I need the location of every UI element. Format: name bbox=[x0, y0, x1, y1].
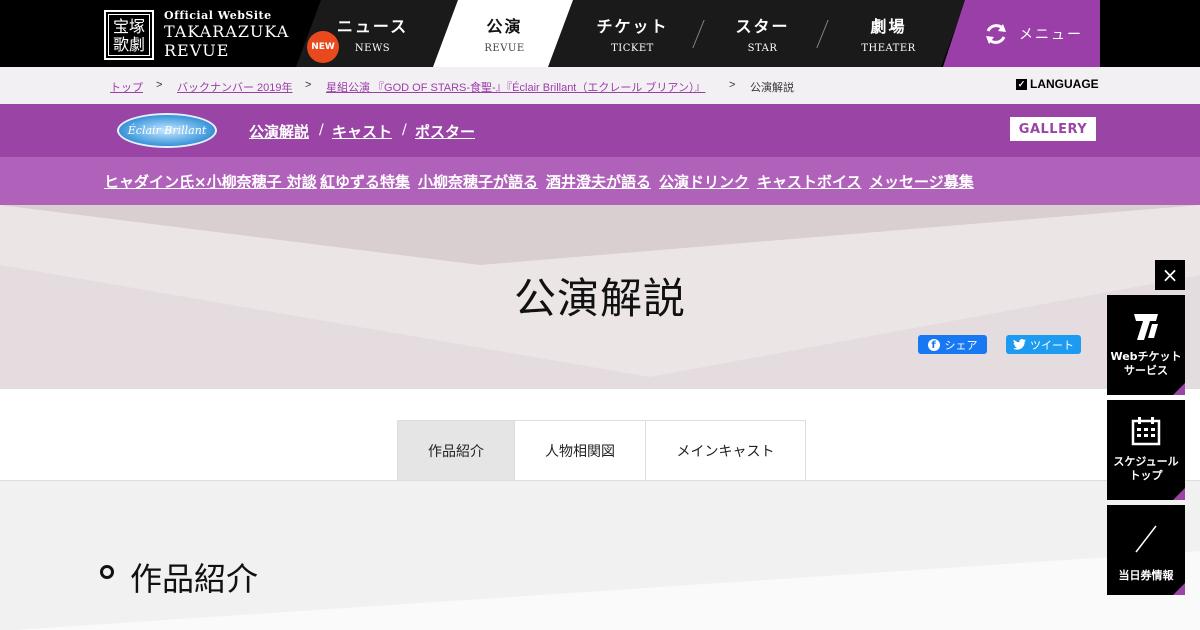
feature-link[interactable]: 酒井澄夫が語る bbox=[546, 171, 651, 192]
section-bullet-icon bbox=[100, 565, 114, 579]
logo-subtitle: Official WebSite bbox=[164, 9, 272, 22]
feature-link[interactable]: 小柳奈穂子が語る bbox=[418, 171, 538, 192]
subnav-slash: / bbox=[402, 122, 407, 138]
content-tabs: 作品紹介 人物相関図 メインキャスト bbox=[397, 420, 806, 480]
tab-relationships[interactable]: 人物相関図 bbox=[515, 421, 646, 480]
twitter-bird-icon bbox=[1013, 339, 1026, 350]
menu-label: メニュー bbox=[1019, 26, 1083, 43]
side-label: スケジュール bbox=[1113, 455, 1179, 468]
feature-bar: ヒャダイン氏×小柳奈穂子 対談 紅ゆずる特集 小柳奈穂子が語る 酒井澄夫が語る … bbox=[0, 157, 1200, 205]
nav-star[interactable]: スター STAR bbox=[720, 0, 805, 67]
ticket-logo-icon bbox=[1134, 314, 1158, 340]
corner-decoration bbox=[1173, 583, 1185, 595]
nav-news[interactable]: ニュース NEWS bbox=[330, 0, 415, 67]
show-logo[interactable]: Éclair Brillant bbox=[117, 113, 217, 148]
breadcrumb: トップ > バックナンバー 2019年 > 星組公演 『GOD OF STARS… bbox=[0, 67, 1200, 104]
section-title: 作品紹介 bbox=[130, 560, 259, 598]
menu-button[interactable]: メニュー bbox=[943, 0, 1100, 67]
slash-icon bbox=[1135, 525, 1157, 553]
tabs-area: 作品紹介 人物相関図 メインキャスト bbox=[0, 390, 1200, 480]
site-header: 宝塚歌劇 Official WebSite TAKARAZUKA REVUE ニ… bbox=[0, 0, 1200, 67]
site-logo[interactable]: 宝塚歌劇 Official WebSite TAKARAZUKA REVUE bbox=[104, 9, 290, 60]
chevron-down-icon: ✓ bbox=[1016, 78, 1027, 90]
feature-link[interactable]: 公演ドリンク bbox=[659, 171, 749, 192]
breadcrumb-separator: > bbox=[305, 79, 312, 91]
corner-decoration bbox=[1173, 383, 1185, 395]
subnav-cast[interactable]: キャスト bbox=[332, 121, 392, 142]
side-close-button[interactable]: × bbox=[1155, 260, 1185, 290]
feature-link[interactable]: キャストボイス bbox=[757, 171, 862, 192]
subnav-poster[interactable]: ポスター bbox=[415, 121, 475, 142]
same-day-ticket-button[interactable]: 当日券情報 bbox=[1107, 505, 1185, 595]
breadcrumb-current: 公演解説 bbox=[750, 82, 794, 94]
facebook-share-button[interactable]: f シェア bbox=[918, 335, 987, 354]
nav-revue[interactable]: 公演 REVUE bbox=[462, 0, 547, 67]
refresh-icon bbox=[986, 23, 1006, 44]
breadcrumb-top[interactable]: トップ bbox=[110, 79, 143, 95]
tab-introduction[interactable]: 作品紹介 bbox=[398, 421, 515, 480]
page-title: 公演解説 bbox=[513, 274, 686, 323]
breadcrumb-separator: > bbox=[156, 79, 163, 91]
nav-ticket[interactable]: チケット TICKET bbox=[590, 0, 675, 67]
twitter-share-button[interactable]: ツイート bbox=[1006, 335, 1081, 354]
side-label: サービス bbox=[1124, 364, 1168, 377]
feature-link[interactable]: 紅ゆずる特集 bbox=[320, 171, 410, 192]
breadcrumb-backnumber[interactable]: バックナンバー 2019年 bbox=[177, 79, 293, 95]
tab-main-cast[interactable]: メインキャスト bbox=[646, 421, 805, 480]
subnav-commentary[interactable]: 公演解説 bbox=[249, 121, 309, 142]
content-section: 作品紹介 bbox=[0, 480, 1200, 630]
gallery-button[interactable]: GALLERY bbox=[1010, 117, 1096, 141]
hero-banner: 公演解説 f シェア ツイート bbox=[0, 205, 1200, 389]
side-label: 当日券情報 bbox=[1118, 569, 1174, 582]
language-button[interactable]: ✓ LANGUAGE bbox=[1016, 77, 1099, 91]
breadcrumb-separator: > bbox=[729, 79, 736, 91]
side-label: トップ bbox=[1129, 469, 1163, 482]
side-label: Webチケット bbox=[1110, 350, 1182, 363]
twitter-share-label: ツイート bbox=[1030, 338, 1074, 352]
nav-theater[interactable]: 劇場 THEATER bbox=[846, 0, 931, 67]
show-subnav: Éclair Brillant 公演解説 / キャスト / ポスター GALLE… bbox=[0, 104, 1200, 157]
schedule-top-button[interactable]: スケジュール トップ bbox=[1107, 400, 1185, 500]
facebook-icon: f bbox=[927, 338, 940, 351]
logo-mark: 宝塚歌劇 bbox=[104, 9, 154, 60]
feature-link[interactable]: メッセージ募集 bbox=[869, 171, 974, 192]
breadcrumb-show[interactable]: 星組公演 『GOD OF STARS-食聖-』『Éclair Brillant（… bbox=[326, 79, 705, 95]
new-badge: NEW bbox=[307, 31, 339, 63]
subnav-slash: / bbox=[319, 122, 324, 138]
logo-title: TAKARAZUKA REVUE bbox=[164, 22, 290, 60]
facebook-share-label: シェア bbox=[944, 338, 978, 352]
calendar-icon bbox=[1131, 417, 1161, 446]
web-ticket-service-button[interactable]: Webチケット サービス bbox=[1107, 295, 1185, 395]
corner-decoration bbox=[1173, 488, 1185, 500]
feature-link[interactable]: ヒャダイン氏×小柳奈穂子 対談 bbox=[104, 171, 317, 192]
language-label: LANGUAGE bbox=[1030, 77, 1099, 91]
